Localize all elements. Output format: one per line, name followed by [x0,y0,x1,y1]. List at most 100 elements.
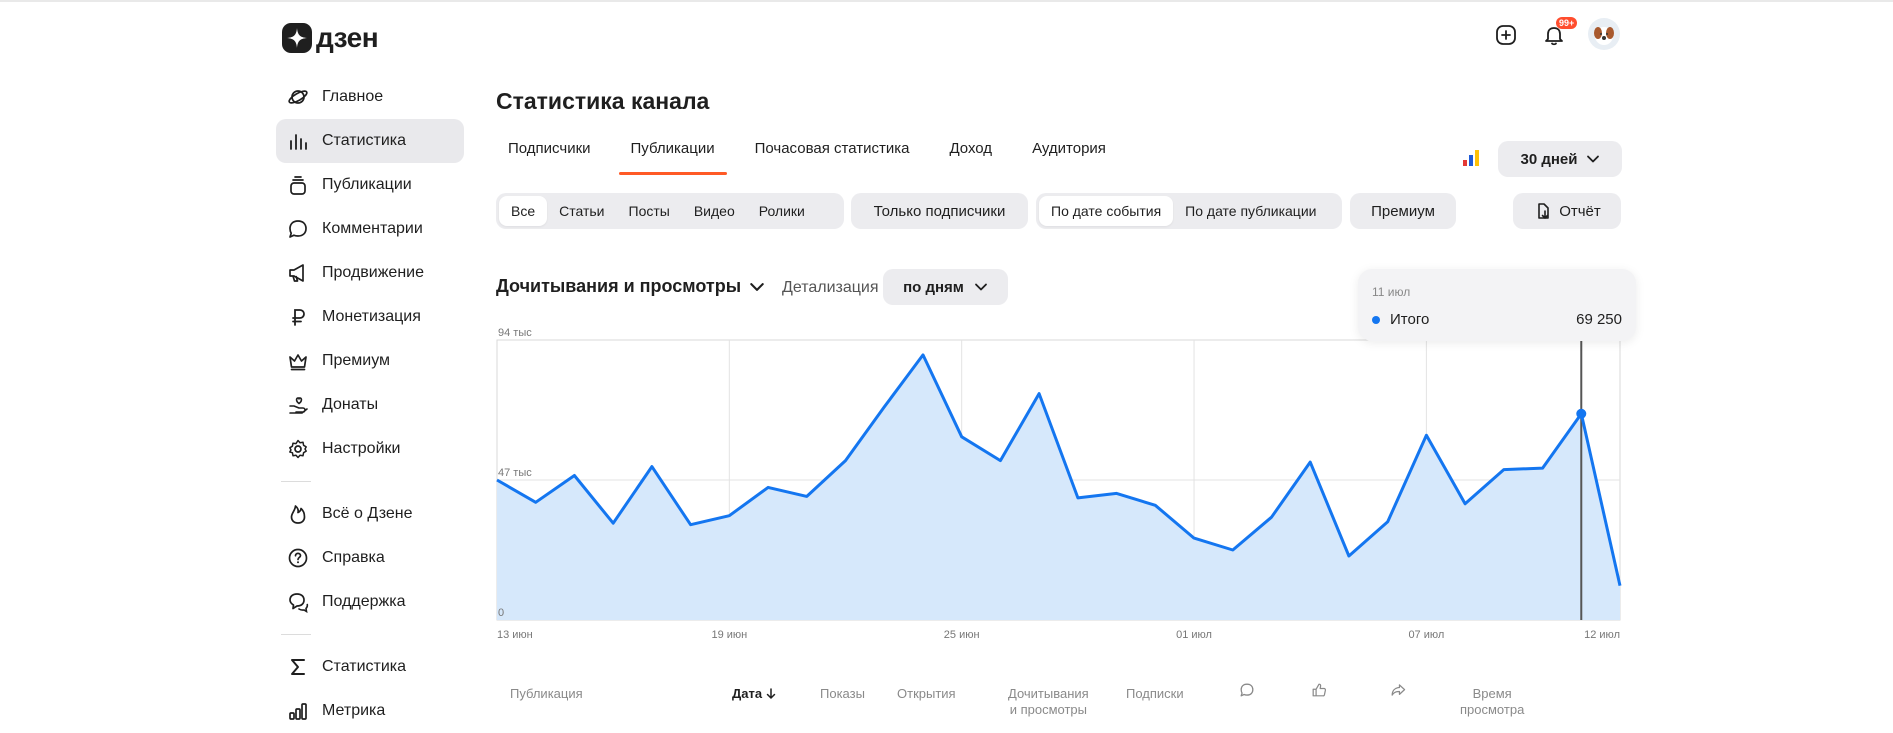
x-tick-label: 19 июн [711,629,747,641]
period-value: 30 дней [1520,150,1578,168]
subscribers-only-toggle[interactable]: Только подписчики [851,193,1028,229]
column-impressions[interactable]: Показы [820,686,865,702]
stack-icon [286,173,310,197]
plus-square-icon [1496,25,1516,45]
sidebar-item-label: Публикации [322,176,412,193]
series-line [496,353,1622,587]
sidebar-item-label: Комментарии [322,220,423,237]
filter-by-event-date[interactable]: По дате события [1039,196,1174,226]
premium-label: Премиум [1371,202,1435,220]
sidebar-item-label: Монетизация [322,308,421,325]
tooltip-value: 69 250 [1576,311,1622,328]
crown-icon [286,349,310,373]
date-filter-group: По дате события По дате публикации [1036,193,1342,229]
series-area [497,354,1620,620]
column-reads-views[interactable]: Дочитывания и просмотры [1008,686,1089,718]
sidebar-item-label: Настройки [322,440,401,457]
sidebar-item-settings[interactable]: Настройки [276,427,464,471]
logo-text: дзен [316,22,379,53]
report-download-icon [1538,203,1550,219]
tab-income[interactable]: Доход [937,136,1004,175]
column-subscriptions[interactable]: Подписки [1126,686,1184,702]
help-icon [286,546,310,570]
plot-frame [496,339,1621,621]
bar-chart-icon [286,129,310,153]
detail-label: Детализация [782,279,879,296]
filter-by-publication-date[interactable]: По дате публикации [1173,196,1328,226]
logo[interactable]: дзен [282,22,379,54]
column-watch-time[interactable]: Время просмотра [1460,686,1524,718]
column-comments[interactable] [1239,682,1255,702]
period-select[interactable]: 30 дней [1498,141,1622,177]
report-button[interactable]: Отчёт [1513,193,1621,229]
tab-audience[interactable]: Аудитория [1020,136,1118,175]
avatar[interactable] [1588,18,1620,50]
sidebar-item-support[interactable]: Поддержка [276,580,464,624]
sidebar-item-comments[interactable]: Комментарии [276,207,464,251]
x-tick-label: 01 июл [1176,629,1212,641]
filter-all[interactable]: Все [499,196,548,226]
filter-posts[interactable]: Посты [617,196,682,226]
y-tick-label: 47 тыс [498,467,532,479]
sidebar-item-label: Донаты [322,396,379,413]
metric-select[interactable]: Дочитывания и просмотры [496,276,765,297]
megaphone-icon [286,261,310,285]
column-shares[interactable] [1390,682,1406,702]
datalens-icon[interactable] [1463,148,1481,166]
column-date[interactable]: Дата [732,686,776,702]
detail-select[interactable]: по дням [883,269,1008,305]
sidebar-item-stats-service[interactable]: Статистика [276,645,464,689]
sidebar-divider [281,634,311,635]
page-title: Статистика канала [496,88,710,114]
column-publication[interactable]: Публикация [510,686,583,702]
x-tick-label: 07 июл [1408,629,1444,641]
ruble-icon [286,305,310,329]
sidebar-item-label: Продвижение [322,264,424,281]
series-dot-icon [1372,315,1380,324]
column-opens[interactable]: Открытия [897,686,956,702]
sidebar-divider [281,481,311,482]
sidebar-item-label: Всё о Дзене [322,505,413,522]
top-border [0,0,1893,2]
sidebar-item-publications[interactable]: Публикации [276,163,464,207]
sidebar-item-help[interactable]: Справка [276,536,464,580]
sidebar-item-label: Премиум [322,352,391,369]
filter-shorts[interactable]: Ролики [747,196,817,226]
detail-value: по дням [903,278,964,296]
x-tick-label: 25 июн [944,629,980,641]
sidebar-item-label: Метрика [322,702,386,719]
sidebar-item-label: Статистика [322,658,407,675]
sidebar-item-promotion[interactable]: Продвижение [276,251,464,295]
flame-icon [286,502,310,526]
metrika-icon [286,699,310,723]
like-icon [1312,683,1327,697]
comment-icon [1240,683,1254,697]
sidebar-item-statistics[interactable]: Статистика [276,119,464,163]
sidebar-item-premium[interactable]: Премиум [276,339,464,383]
premium-filter[interactable]: Премиум [1350,193,1456,229]
tab-subscribers[interactable]: Подписчики [496,136,603,175]
filter-video[interactable]: Видео [682,196,747,226]
share-icon [1391,684,1406,696]
sidebar-item-metrika[interactable]: Метрика [276,689,464,733]
donate-hand-icon [286,393,310,417]
sidebar-item-label: Поддержка [322,593,406,610]
avatar-image [1594,27,1614,45]
y-tick-label: 94 тыс [498,327,532,339]
type-filter-group: Все Статьи Посты Видео Ролики [496,193,844,229]
filter-articles[interactable]: Статьи [547,196,616,226]
comment-icon [286,217,310,241]
sidebar: Главное Статистика Публикации Комментари… [276,75,464,733]
tab-publications[interactable]: Публикации [618,136,727,175]
sidebar-item-about-dzen[interactable]: Всё о Дзене [276,492,464,536]
notifications-badge: 99+ [1556,17,1578,29]
create-button[interactable] [1489,18,1523,52]
column-likes[interactable] [1311,682,1327,702]
sidebar-item-donations[interactable]: Донаты [276,383,464,427]
sidebar-item-monetization[interactable]: Монетизация [276,295,464,339]
gear-icon [286,437,310,461]
sidebar-item-main[interactable]: Главное [276,75,464,119]
tab-hourly[interactable]: Почасовая статистика [743,136,922,175]
report-label: Отчёт [1559,202,1601,220]
chevron-down-icon [1586,155,1599,163]
